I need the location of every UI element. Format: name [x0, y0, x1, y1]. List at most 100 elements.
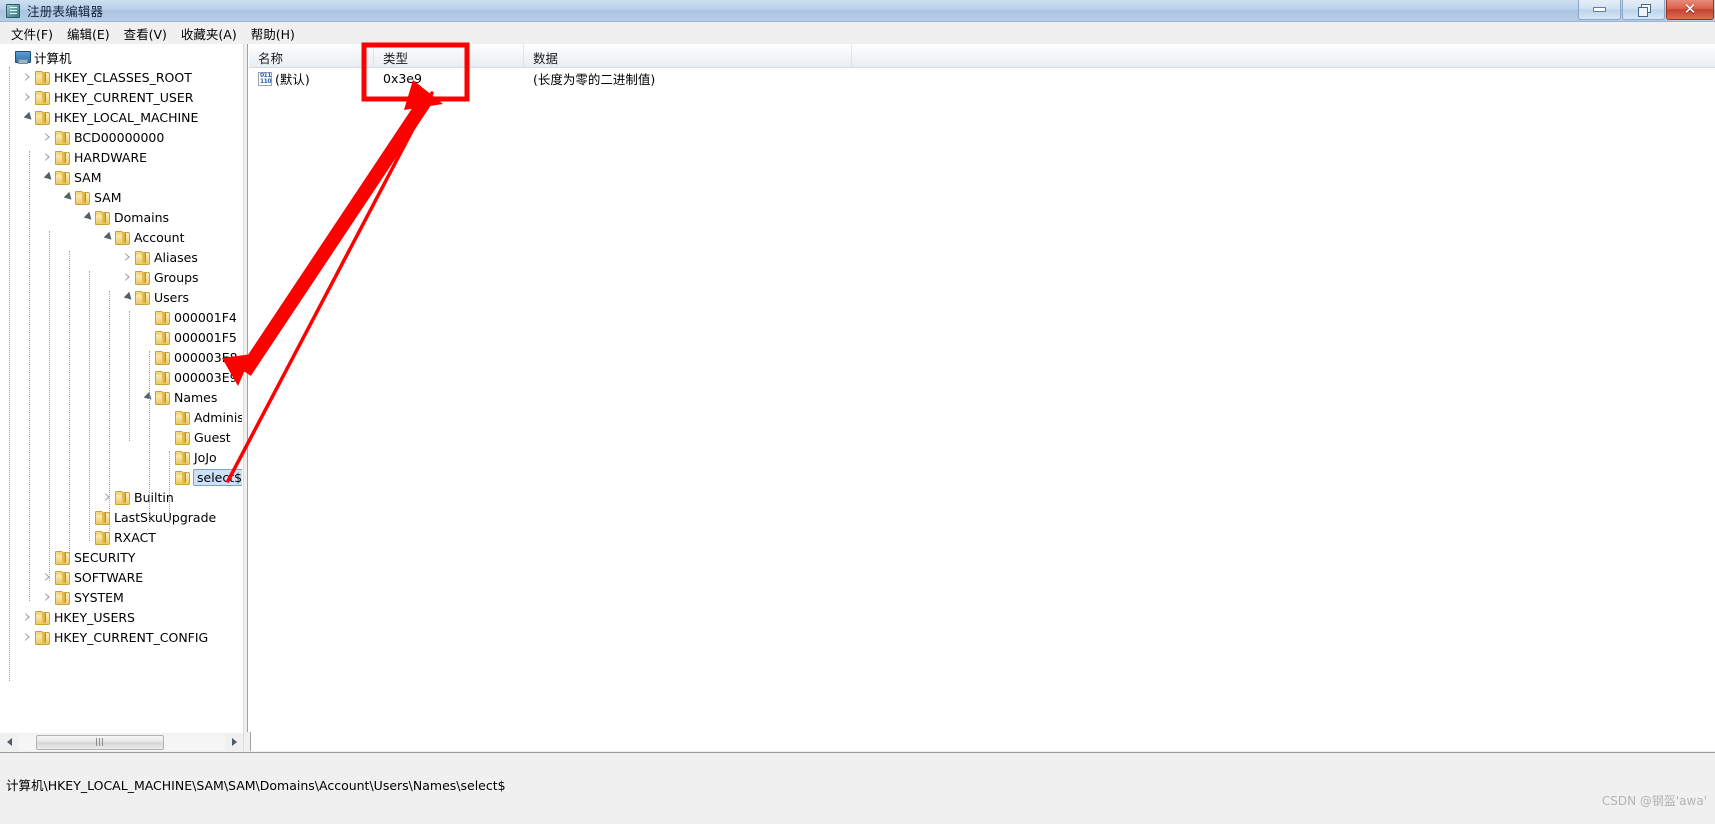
menu-file[interactable]: 文件(F) — [4, 22, 60, 45]
folder-icon — [134, 269, 150, 285]
scrollbar-grip-icon — [95, 738, 105, 746]
expand-toggle[interactable] — [122, 247, 134, 267]
tree-item-jojo[interactable]: JoJo — [0, 447, 242, 467]
tree-item-hkey-local-machine[interactable]: HKEY_LOCAL_MACHINE — [0, 107, 242, 127]
tree-item-software[interactable]: SOFTWARE — [0, 567, 242, 587]
tree-item-label: Aliases — [154, 249, 198, 265]
tree-guide-line — [89, 271, 90, 541]
expand-toggle[interactable] — [62, 187, 74, 207]
folder-icon — [74, 189, 90, 205]
tree-item-000001f4[interactable]: 000001F4 — [0, 307, 242, 327]
tree-item-select-[interactable]: select$ — [0, 467, 242, 487]
column-header-name[interactable]: 名称 — [249, 44, 374, 67]
tree-item-aliases[interactable]: Aliases — [0, 247, 242, 267]
registry-editor-icon — [5, 3, 21, 19]
expand-toggle[interactable] — [42, 587, 54, 607]
folder-icon — [154, 309, 170, 325]
tree-item-account[interactable]: Account — [0, 227, 242, 247]
tree-guide-line — [29, 151, 30, 601]
expand-toggle[interactable] — [42, 127, 54, 147]
expand-toggle[interactable] — [42, 167, 54, 187]
tree-item-domains[interactable]: Domains — [0, 207, 242, 227]
menu-favorites[interactable]: 收藏夹(A) — [174, 22, 244, 45]
scrollbar-thumb[interactable] — [36, 734, 164, 750]
expand-toggle[interactable] — [102, 227, 114, 247]
tree-horizontal-scrollbar[interactable] — [0, 732, 243, 751]
tree-item-label: HKEY_CLASSES_ROOT — [54, 69, 192, 85]
tree-item-rxact[interactable]: RXACT — [0, 527, 242, 547]
expand-toggle[interactable] — [122, 287, 134, 307]
tree-item-users[interactable]: Users — [0, 287, 242, 307]
tree-item-builtin[interactable]: Builtin — [0, 487, 242, 507]
tree-item-computer[interactable]: 计算机 — [0, 47, 242, 67]
tree-item-guest[interactable]: Guest — [0, 427, 242, 447]
tree-guide-line — [9, 67, 10, 681]
scroll-left-button[interactable] — [0, 734, 18, 751]
bottom-filler — [243, 732, 1715, 751]
column-header-filler — [852, 44, 1715, 67]
folder-icon — [94, 529, 110, 545]
column-header-data[interactable]: 数据 — [524, 44, 852, 67]
table-row[interactable]: (默认) 0x3e9 (长度为零的二进制值) — [249, 68, 1715, 89]
registry-tree: 计算机 HKEY_CLASSES_ROOT HKEY_CURRENT_USER HKE… — [0, 44, 242, 647]
tree-item-groups[interactable]: Groups — [0, 267, 242, 287]
tree-item-sam[interactable]: SAM — [0, 187, 242, 207]
tree-item-bcd00000000[interactable]: BCD00000000 — [0, 127, 242, 147]
tree-item-label: Administ — [194, 409, 242, 425]
tree-item-sam[interactable]: SAM — [0, 167, 242, 187]
expand-toggle[interactable] — [22, 107, 34, 127]
tree-item-administ[interactable]: Administ — [0, 407, 242, 427]
maximize-button[interactable] — [1622, 0, 1665, 20]
menu-view[interactable]: 查看(V) — [117, 22, 174, 45]
expand-toggle[interactable] — [102, 487, 114, 507]
expand-toggle[interactable] — [82, 207, 94, 227]
menu-help[interactable]: 帮助(H) — [244, 22, 302, 45]
tree-item-security[interactable]: SECURITY — [0, 547, 242, 567]
tree-item-lastskuupgrade[interactable]: LastSkuUpgrade — [0, 507, 242, 527]
tree-guide-line — [49, 231, 50, 581]
tree-item-hkey-users[interactable]: HKEY_USERS — [0, 607, 242, 627]
expand-toggle[interactable] — [142, 387, 154, 407]
expand-toggle[interactable] — [42, 147, 54, 167]
expand-toggle[interactable] — [2, 47, 14, 67]
close-button[interactable]: ✕ — [1666, 0, 1714, 20]
folder-icon — [34, 109, 50, 125]
tree-item-label: SECURITY — [74, 549, 136, 565]
column-header-type[interactable]: 类型 — [374, 44, 524, 67]
expand-toggle[interactable] — [22, 627, 34, 647]
tree-item-system[interactable]: SYSTEM — [0, 587, 242, 607]
tree-guide-line — [149, 351, 150, 521]
tree-item-hkey-current-user[interactable]: HKEY_CURRENT_USER — [0, 87, 242, 107]
tree-item-label: 000003E8 — [174, 349, 238, 365]
title-bar[interactable]: 注册表编辑器 ✕ — [0, 0, 1715, 22]
folder-icon — [54, 169, 70, 185]
scroll-right-button[interactable] — [225, 734, 243, 751]
tree-item-label: SAM — [94, 189, 122, 205]
pane-splitter[interactable] — [243, 44, 248, 732]
window-controls: ✕ — [1577, 0, 1714, 21]
expand-toggle[interactable] — [22, 87, 34, 107]
values-list-pane[interactable]: 名称 类型 数据 (默认) 0x3e9 (长度为零的二进制值) — [249, 44, 1715, 732]
minimize-button[interactable] — [1578, 0, 1621, 20]
scrollbar-track[interactable] — [18, 733, 225, 751]
expand-toggle[interactable] — [122, 267, 134, 287]
tree-item-hkey-classes-root[interactable]: HKEY_CLASSES_ROOT — [0, 67, 242, 87]
tree-item-000003e8[interactable]: 000003E8 — [0, 347, 242, 367]
tree-item-label: Account — [134, 229, 185, 245]
main-content: 计算机 HKEY_CLASSES_ROOT HKEY_CURRENT_USER HKE… — [0, 44, 1715, 732]
folder-icon — [174, 429, 190, 445]
tree-item-label: RXACT — [114, 529, 156, 545]
expand-toggle[interactable] — [22, 607, 34, 627]
tree-item-label: SAM — [74, 169, 102, 185]
expand-toggle[interactable] — [42, 567, 54, 587]
tree-item-000003e9[interactable]: 000003E9 — [0, 367, 242, 387]
menu-edit[interactable]: 编辑(E) — [60, 22, 117, 45]
registry-tree-pane[interactable]: 计算机 HKEY_CLASSES_ROOT HKEY_CURRENT_USER HKE… — [0, 44, 243, 732]
tree-item-hkey-current-config[interactable]: HKEY_CURRENT_CONFIG — [0, 627, 242, 647]
tree-item-000001f5[interactable]: 000001F5 — [0, 327, 242, 347]
tree-item-hardware[interactable]: HARDWARE — [0, 147, 242, 167]
tree-item-names[interactable]: Names — [0, 387, 242, 407]
expand-toggle[interactable] — [22, 67, 34, 87]
